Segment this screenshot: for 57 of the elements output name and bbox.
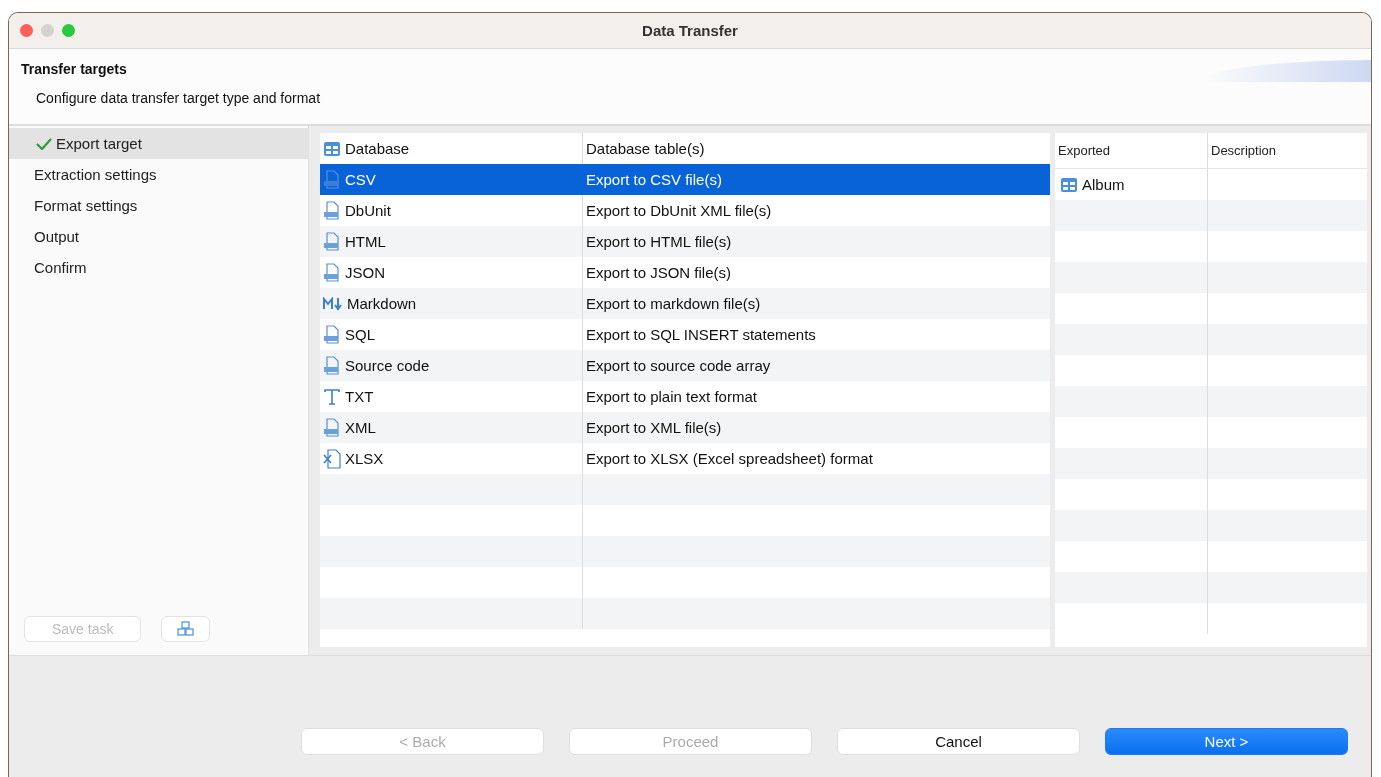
wizard-button[interactable]: Cancel bbox=[837, 728, 1080, 755]
file-icon bbox=[323, 200, 341, 221]
minimize-button[interactable] bbox=[41, 24, 54, 37]
target-description: Database table(s) bbox=[586, 140, 705, 157]
file-icon bbox=[323, 262, 341, 283]
file-icon bbox=[323, 417, 341, 438]
target-description: Export to HTML file(s) bbox=[586, 233, 732, 250]
window-title: Data Transfer bbox=[642, 22, 738, 39]
sidebar-item[interactable]: Export target bbox=[9, 128, 308, 159]
target-description: Export to CSV file(s) bbox=[586, 171, 722, 188]
boxes-button[interactable] bbox=[161, 616, 211, 642]
table-icon bbox=[323, 140, 341, 157]
page-title: Transfer targets bbox=[21, 61, 127, 77]
exported-name: Album bbox=[1082, 176, 1125, 193]
sidebar-item[interactable]: Confirm bbox=[9, 252, 308, 283]
file-icon bbox=[323, 324, 341, 345]
file-icon bbox=[323, 231, 341, 252]
sidebar-item[interactable]: Extraction settings bbox=[9, 159, 308, 190]
target-name: XLSX bbox=[345, 450, 384, 467]
target-description: Export to source code array bbox=[586, 357, 771, 374]
file-icon bbox=[323, 355, 341, 376]
target-description: Export to JSON file(s) bbox=[586, 264, 732, 281]
table-row[interactable]: XML Export to XML file(s) bbox=[320, 412, 1050, 443]
target-description: Export to markdown file(s) bbox=[586, 295, 761, 312]
target-name: DbUnit bbox=[345, 202, 391, 219]
table-row[interactable]: HTML Export to HTML file(s) bbox=[320, 226, 1050, 257]
table-row[interactable]: Source code Export to source code array bbox=[320, 350, 1050, 381]
target-description: Export to DbUnit XML file(s) bbox=[586, 202, 772, 219]
target-name: SQL bbox=[345, 326, 375, 343]
table-row[interactable]: Markdown Export to markdown file(s) bbox=[320, 288, 1050, 319]
zoom-button[interactable] bbox=[62, 24, 75, 37]
column-header: Exported bbox=[1058, 143, 1111, 158]
boxes-icon bbox=[176, 621, 196, 637]
target-name: JSON bbox=[345, 264, 385, 281]
spreadsheet-icon bbox=[323, 448, 341, 469]
target-name: Markdown bbox=[347, 295, 417, 312]
target-name: CSV bbox=[345, 171, 376, 188]
file-icon bbox=[323, 169, 341, 190]
target-description: Export to XLSX (Excel spreadsheet) format bbox=[586, 450, 873, 467]
sidebar-item[interactable]: Format settings bbox=[9, 190, 308, 221]
target-description: Export to plain text format bbox=[586, 388, 757, 405]
target-name: XML bbox=[345, 419, 376, 436]
target-description: Export to XML file(s) bbox=[586, 419, 722, 436]
target-description: Export to SQL INSERT statements bbox=[586, 326, 816, 343]
table-icon bbox=[1060, 176, 1078, 193]
wizard-button[interactable]: Next > bbox=[1105, 728, 1348, 755]
column-header: Description bbox=[1211, 143, 1277, 158]
page-subtitle: Configure data transfer target type and format bbox=[36, 90, 321, 106]
markdown-icon bbox=[323, 296, 343, 311]
target-name: Source code bbox=[345, 357, 430, 374]
target-name: HTML bbox=[345, 233, 386, 250]
table-row[interactable]: CSV Export to CSV file(s) bbox=[320, 164, 1050, 195]
target-name: Database bbox=[345, 140, 410, 157]
text-icon bbox=[323, 387, 341, 406]
close-button[interactable] bbox=[20, 24, 33, 37]
target-name: TXT bbox=[345, 388, 374, 405]
sidebar-item[interactable]: Output bbox=[9, 221, 308, 252]
